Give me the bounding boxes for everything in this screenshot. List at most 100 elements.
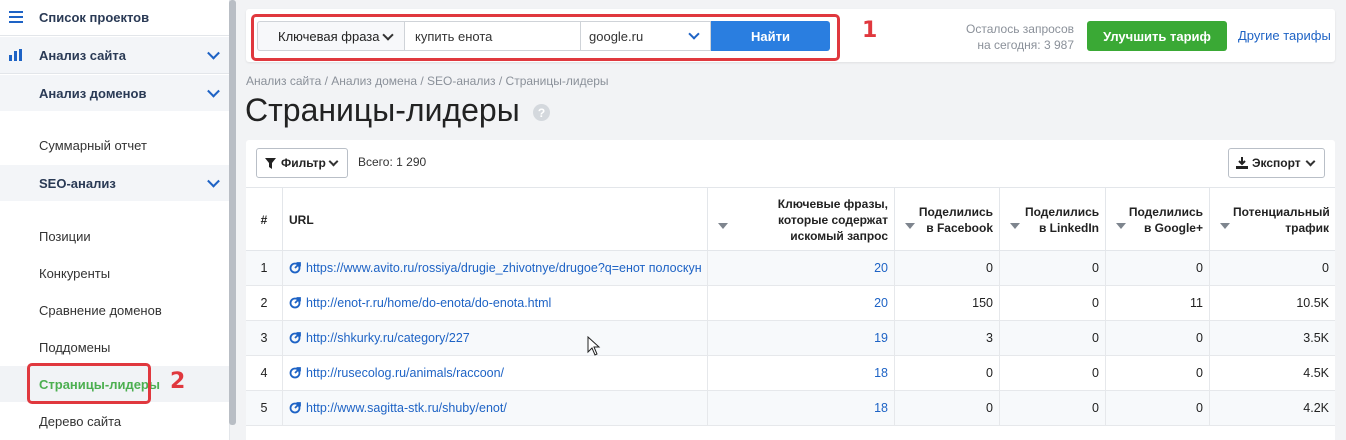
sidebar-item-competitors[interactable]: Конкуренты — [0, 258, 230, 288]
chevron-down-icon — [207, 174, 220, 188]
url-link[interactable]: https://www.avito.ru/rossiya/drugie_zhiv… — [306, 261, 702, 275]
cell-keywords[interactable]: 18 — [707, 391, 894, 425]
upgrade-plan-button[interactable]: Улучшить тариф — [1087, 21, 1227, 51]
cell-traffic: 4.5K — [1209, 356, 1335, 390]
leader-pages-table: # URL Ключевые фразы, которые содержат и… — [246, 187, 1335, 426]
sidebar-item-label: SEO-анализ — [39, 175, 116, 191]
sidebar-item-projects[interactable]: Список проектов — [0, 2, 230, 32]
cell-google: 0 — [1105, 251, 1209, 285]
cell-google: 11 — [1105, 286, 1209, 320]
col-header-url[interactable]: URL — [282, 188, 707, 251]
sidebar-scrollbar[interactable] — [229, 0, 236, 425]
url-link[interactable]: http://enot-r.ru/home/do-enota/do-enota.… — [306, 296, 551, 310]
cell-index: 1 — [260, 261, 268, 275]
sidebar-item-seo-analysis[interactable]: SEO-анализ — [0, 165, 230, 201]
col-header-label: Поделились в Facebook — [918, 204, 993, 235]
cell-linkedin: 0 — [999, 286, 1105, 320]
sidebar-item-label: Анализ доменов — [39, 85, 147, 101]
cell-google: 0 — [1105, 356, 1209, 390]
cell-index: 4 — [260, 366, 268, 380]
external-link-icon — [289, 367, 301, 379]
table-header: # URL Ключевые фразы, которые содержат и… — [246, 187, 1335, 251]
cell-traffic: 10.5K — [1209, 286, 1335, 320]
cell-traffic: 3.5K — [1209, 321, 1335, 355]
sidebar-item-label: Список проектов — [39, 9, 150, 25]
sidebar-item-subdomains[interactable]: Поддомены — [0, 332, 230, 362]
page-title: Страницы-лидеры — [245, 92, 520, 128]
cell-facebook: 150 — [894, 286, 999, 320]
sidebar-item-site-tree[interactable]: Дерево сайта — [0, 406, 230, 436]
divider — [0, 73, 230, 74]
remaining-line-1: Осталось запросов — [966, 22, 1074, 36]
external-link-icon — [289, 332, 301, 344]
table-row: 5 http://www.sagitta-stk.ru/shuby/enot/ … — [246, 391, 1335, 426]
table-row: 2 http://enot-r.ru/home/do-enota/do-enot… — [246, 286, 1335, 321]
export-label: Экспорт — [1252, 156, 1301, 170]
cell-facebook: 0 — [894, 251, 999, 285]
col-header-traffic[interactable]: Потенциальный трафик — [1209, 188, 1335, 251]
table-row: 3 http://shkurky.ru/category/227 19 3 0 … — [246, 321, 1335, 356]
sidebar-item-label: Дерево сайта — [39, 413, 122, 429]
cell-url[interactable]: https://www.avito.ru/rossiya/drugie_zhiv… — [282, 251, 707, 285]
url-link[interactable]: http://rusecolog.ru/animals/raccoon/ — [306, 366, 504, 380]
cell-traffic: 4.2K — [1209, 391, 1335, 425]
cell-index: 2 — [260, 296, 268, 310]
bar-chart-icon — [9, 49, 22, 61]
cell-keywords[interactable]: 20 — [707, 286, 894, 320]
sidebar-item-site-analysis[interactable]: Анализ сайта — [0, 37, 230, 73]
sidebar-item-positions[interactable]: Позиции — [0, 221, 230, 251]
chevron-down-icon — [1305, 156, 1316, 167]
cell-facebook: 0 — [894, 391, 999, 425]
cell-google: 0 — [1105, 321, 1209, 355]
export-button[interactable]: Экспорт — [1228, 148, 1325, 178]
sort-icon — [1116, 223, 1126, 229]
chevron-down-icon — [207, 84, 220, 98]
col-header-google[interactable]: Поделились в Google+ — [1105, 188, 1209, 251]
mouse-cursor-icon — [587, 336, 601, 356]
sidebar-item-domain-compare[interactable]: Сравнение доменов — [0, 295, 230, 325]
cell-index: 5 — [260, 401, 268, 415]
cell-url[interactable]: http://enot-r.ru/home/do-enota/do-enota.… — [282, 286, 707, 320]
col-header-keywords[interactable]: Ключевые фразы, которые содержат искомый… — [707, 188, 894, 251]
divider — [0, 35, 230, 36]
cell-keywords[interactable]: 19 — [707, 321, 894, 355]
sort-icon — [1010, 223, 1020, 229]
filter-button[interactable]: Фильтр — [256, 148, 348, 178]
cell-linkedin: 0 — [999, 356, 1105, 390]
highlight-box-search — [251, 14, 840, 61]
url-link[interactable]: http://www.sagitta-stk.ru/shuby/enot/ — [306, 401, 507, 415]
cell-linkedin: 0 — [999, 251, 1105, 285]
table-row: 1 https://www.avito.ru/rossiya/drugie_zh… — [246, 251, 1335, 286]
sidebar-item-label: Позиции — [39, 228, 91, 244]
total-count: Всего: 1 290 — [358, 155, 427, 169]
cell-keywords[interactable]: 18 — [707, 356, 894, 390]
chevron-down-icon — [207, 46, 220, 60]
cell-linkedin: 0 — [999, 321, 1105, 355]
cell-url[interactable]: http://www.sagitta-stk.ru/shuby/enot/ — [282, 391, 707, 425]
help-icon[interactable]: ? — [533, 104, 550, 121]
cell-linkedin: 0 — [999, 391, 1105, 425]
cell-facebook: 3 — [894, 321, 999, 355]
cell-traffic: 0 — [1209, 251, 1335, 285]
col-header-linkedin[interactable]: Поделились в LinkedIn — [999, 188, 1105, 251]
sidebar-item-label: Конкуренты — [39, 265, 111, 281]
chevron-down-icon — [328, 156, 339, 167]
sidebar-item-summary[interactable]: Суммарный отчет — [0, 130, 230, 160]
url-link[interactable]: http://shkurky.ru/category/227 — [306, 331, 470, 345]
cell-keywords[interactable]: 20 — [707, 251, 894, 285]
cell-url[interactable]: http://shkurky.ru/category/227 — [282, 321, 707, 355]
table-row: 4 http://rusecolog.ru/animals/raccoon/ 1… — [246, 356, 1335, 391]
col-header-facebook[interactable]: Поделились в Facebook — [894, 188, 999, 251]
sidebar-item-label: Поддомены — [39, 339, 111, 355]
external-link-icon — [289, 262, 301, 274]
remaining-requests: Осталось запросов на сегодня: 3 987 — [940, 21, 1074, 53]
cell-url[interactable]: http://rusecolog.ru/animals/raccoon/ — [282, 356, 707, 390]
remaining-line-2: на сегодня: 3 987 — [977, 38, 1074, 52]
other-tariffs-link[interactable]: Другие тарифы — [1238, 28, 1331, 43]
col-header-label: Потенциальный трафик — [1233, 204, 1330, 235]
annotation-number-2: 2 — [170, 369, 186, 394]
col-header-label: Поделились в Google+ — [1128, 204, 1203, 235]
filter-icon — [265, 157, 276, 169]
sort-icon — [1220, 223, 1230, 229]
sidebar-item-domain-analysis[interactable]: Анализ доменов — [0, 75, 230, 111]
